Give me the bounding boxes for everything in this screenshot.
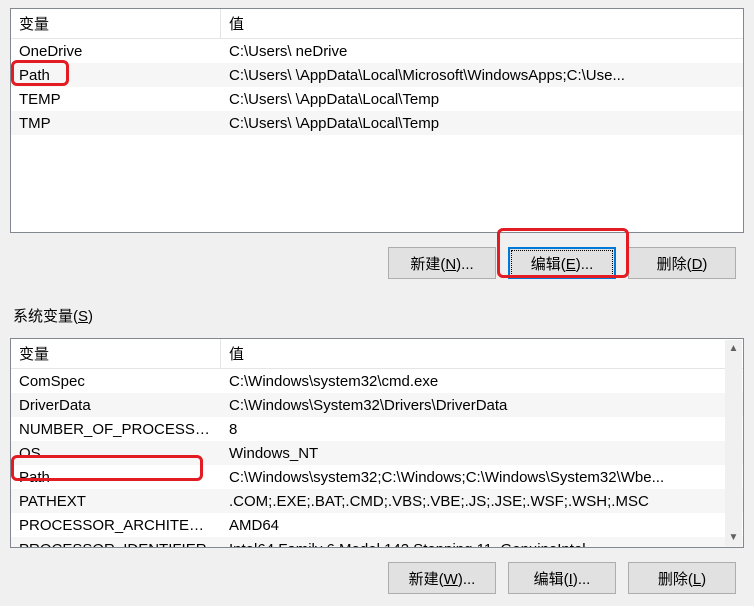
system-variables-table[interactable]: 变量 值 ComSpecC:\Windows\system32\cmd.exeD… [10, 338, 744, 548]
table-row[interactable]: OneDriveC:\Users\ neDrive [11, 39, 743, 63]
table-row[interactable]: ComSpecC:\Windows\system32\cmd.exe [11, 369, 743, 393]
var-value-cell: C:\Users\ \AppData\Local\Microsoft\Windo… [221, 65, 743, 86]
user-edit-button[interactable]: 编辑(E)... [508, 247, 616, 279]
var-value-cell: .COM;.EXE;.BAT;.CMD;.VBS;.VBE;.JS;.JSE;.… [221, 491, 743, 512]
table-row[interactable]: PROCESSOR_ARCHITECTUREAMD64 [11, 513, 743, 537]
user-header-name[interactable]: 变量 [11, 9, 221, 38]
var-name-cell: ComSpec [11, 371, 221, 392]
table-row[interactable]: NUMBER_OF_PROCESSORS8 [11, 417, 743, 441]
var-name-cell: PATHEXT [11, 491, 221, 512]
var-name-cell: Path [11, 65, 221, 86]
user-variables-table[interactable]: 变量 值 OneDriveC:\Users\ neDrivePathC:\Use… [10, 8, 744, 233]
var-name-cell: NUMBER_OF_PROCESSORS [11, 419, 221, 440]
scroll-down-icon[interactable]: ▼ [725, 529, 742, 546]
table-row[interactable]: TEMPC:\Users\ \AppData\Local\Temp [11, 87, 743, 111]
var-name-cell: TMP [11, 113, 221, 134]
var-value-cell: 8 [221, 419, 743, 440]
var-name-cell: DriverData [11, 395, 221, 416]
var-name-cell: OS [11, 443, 221, 464]
var-value-cell: C:\Windows\System32\Drivers\DriverData [221, 395, 743, 416]
sys-button-row: 新建(W)... 编辑(I)... 删除(L) [10, 548, 744, 606]
user-new-button[interactable]: 新建(N)... [388, 247, 496, 279]
var-name-cell: OneDrive [11, 41, 221, 62]
table-row[interactable]: PROCESSOR_IDENTIFIERIntel64 Family 6 Mod… [11, 537, 743, 548]
table-row[interactable]: OSWindows_NT [11, 441, 743, 465]
user-header-value[interactable]: 值 [221, 9, 743, 38]
var-value-cell: C:\Windows\system32;C:\Windows;C:\Window… [221, 467, 743, 488]
sys-new-button[interactable]: 新建(W)... [388, 562, 496, 594]
sys-header-name[interactable]: 变量 [11, 339, 221, 368]
var-value-cell: AMD64 [221, 515, 743, 536]
sys-header-value[interactable]: 值 [221, 339, 743, 368]
var-value-cell: C:\Users\ \AppData\Local\Temp [221, 113, 743, 134]
var-value-cell: Intel64 Family 6 Model 142 Stepping 11, … [221, 539, 743, 549]
scroll-up-icon[interactable]: ▲ [725, 340, 742, 357]
var-value-cell: Windows_NT [221, 443, 743, 464]
var-name-cell: Path [11, 467, 221, 488]
var-value-cell: C:\Users\ \AppData\Local\Temp [221, 89, 743, 110]
var-value-cell: C:\Windows\system32\cmd.exe [221, 371, 743, 392]
system-variables-label: 系统变量(S) [0, 291, 754, 326]
table-row[interactable]: DriverDataC:\Windows\System32\Drivers\Dr… [11, 393, 743, 417]
var-value-cell: C:\Users\ neDrive [221, 41, 743, 62]
table-row[interactable]: PathC:\Windows\system32;C:\Windows;C:\Wi… [11, 465, 743, 489]
scrollbar[interactable]: ▲ ▼ [725, 340, 742, 546]
user-button-row: 新建(N)... 编辑(E)... 删除(D) [10, 233, 744, 291]
var-name-cell: PROCESSOR_IDENTIFIER [11, 539, 221, 549]
sys-delete-button[interactable]: 删除(L) [628, 562, 736, 594]
var-name-cell: TEMP [11, 89, 221, 110]
table-row[interactable]: PATHEXT.COM;.EXE;.BAT;.CMD;.VBS;.VBE;.JS… [11, 489, 743, 513]
user-delete-button[interactable]: 删除(D) [628, 247, 736, 279]
table-row[interactable]: TMPC:\Users\ \AppData\Local\Temp [11, 111, 743, 135]
sys-edit-button[interactable]: 编辑(I)... [508, 562, 616, 594]
var-name-cell: PROCESSOR_ARCHITECTURE [11, 515, 221, 536]
table-row[interactable]: PathC:\Users\ \AppData\Local\Microsoft\W… [11, 63, 743, 87]
